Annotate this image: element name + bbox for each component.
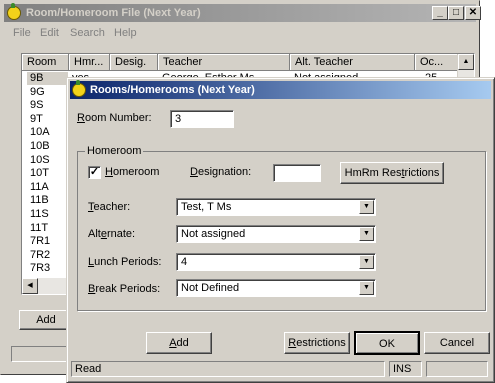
dialog-title: Rooms/Homerooms (Next Year) [90,84,255,96]
menu-search[interactable]: Search [70,27,105,39]
alternate-label: Alternate: [88,228,136,240]
teacher-value: Test, T Ms [181,201,232,213]
ok-button[interactable]: OK [354,331,420,355]
status-bar: Read INS [71,361,492,379]
scroll-left-icon[interactable]: ◀ [22,278,38,294]
alternate-select[interactable]: Not assigned ▼ [176,225,376,243]
close-icon[interactable]: ✕ [465,6,481,20]
room-list-item[interactable]: 7R2 [30,249,50,262]
break-periods-value: Not Defined [181,282,240,294]
app-apple-icon [7,3,21,20]
menu-file[interactable]: File [13,27,31,39]
menu-edit[interactable]: Edit [40,27,59,39]
room-list-item[interactable]: 10T [30,167,49,180]
column-homeroom[interactable]: Hmr... [69,54,110,71]
room-number-input[interactable]: 3 [170,110,234,128]
lunch-periods-label: Lunch Periods: [88,256,162,268]
add-button[interactable]: Add [146,332,212,354]
back-window-title-bar[interactable]: Room/Homeroom File (Next Year) _ □ ✕ [4,3,481,22]
menu-help[interactable]: Help [114,27,137,39]
status-extra [426,361,488,377]
lunch-periods-value: 4 [181,256,188,268]
column-occupancy[interactable]: Oc... [415,54,459,71]
column-room[interactable]: Room [22,54,69,71]
column-designation[interactable]: Desig. [110,54,158,71]
status-text: Read [71,361,385,377]
room-number-label: Room Number: [77,112,152,124]
room-list-item[interactable]: 7R1 [30,235,50,248]
room-list-item[interactable]: 10S [30,154,50,167]
teacher-label: Teacher: [88,201,131,213]
room-list-item[interactable]: 9T [30,113,43,126]
room-list-item[interactable]: 9S [30,99,43,112]
chevron-down-icon[interactable]: ▼ [359,255,374,269]
break-periods-select[interactable]: Not Defined ▼ [176,279,376,297]
room-list-item[interactable]: 9B [27,72,68,85]
scroll-up-icon[interactable]: ▲ [458,54,474,70]
break-periods-label: Break Periods: [88,283,161,295]
room-list-item[interactable]: 11T [30,222,48,235]
room-list-item[interactable]: 11A [30,181,49,194]
room-list-item[interactable]: 10B [30,140,50,153]
dialog-apple-icon [72,80,86,97]
room-list-item[interactable]: 11B [30,194,49,207]
dialog-title-bar[interactable]: Rooms/Homerooms (Next Year) [70,80,491,99]
back-add-button[interactable]: Add [19,310,73,330]
hmrm-restrictions-button[interactable]: HmRm Restrictions [340,162,444,184]
cancel-button[interactable]: Cancel [424,332,490,354]
column-alt-teacher[interactable]: Alt. Teacher [290,54,415,71]
teacher-select[interactable]: Test, T Ms ▼ [176,198,376,216]
status-mode: INS [389,361,422,377]
restrictions-button[interactable]: Restrictions [284,332,350,354]
lunch-periods-select[interactable]: 4 ▼ [176,253,376,271]
homeroom-group-label: Homeroom [85,145,144,157]
checkmark-icon: ✓ [89,166,100,178]
chevron-down-icon[interactable]: ▼ [359,227,374,241]
back-status-pane [11,346,73,362]
rooms-homerooms-dialog: Rooms/Homerooms (Next Year) Room Number:… [66,77,495,383]
room-list-item[interactable]: 7R3 [30,262,50,275]
chevron-down-icon[interactable]: ▼ [359,200,374,214]
designation-input[interactable] [273,164,321,182]
homeroom-checkbox-label[interactable]: Homeroom [105,166,159,178]
room-list-item[interactable]: 10A [30,126,50,139]
maximize-icon[interactable]: □ [448,6,464,20]
designation-label: Designation: [190,166,252,178]
room-list-item[interactable]: 9G [30,86,45,99]
back-window-title: Room/Homeroom File (Next Year) [26,7,201,19]
chevron-down-icon[interactable]: ▼ [359,281,374,295]
homeroom-checkbox[interactable]: ✓ [88,166,101,179]
room-list-item[interactable]: 11S [30,208,49,221]
minimize-icon[interactable]: _ [432,6,448,20]
alternate-value: Not assigned [181,228,246,240]
column-teacher[interactable]: Teacher [158,54,290,71]
